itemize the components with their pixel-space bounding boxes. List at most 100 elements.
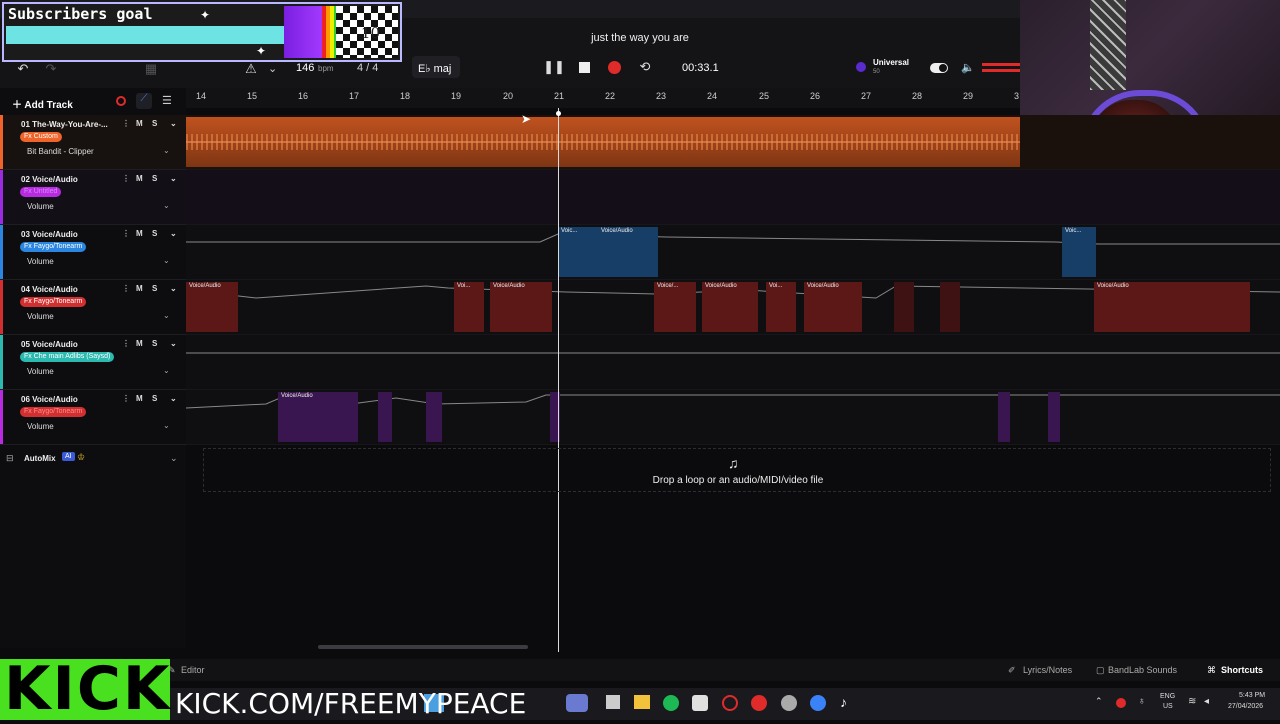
mute-button[interactable]: M (136, 229, 143, 238)
mute-button[interactable]: M (136, 119, 143, 128)
pause-icon[interactable]: ❚❚ (543, 56, 565, 78)
audio-clip[interactable] (426, 392, 442, 442)
track-header-06[interactable]: 06 Voice/Audio ⋮ M S ⌄ Fx Faygo/Tonearm … (0, 390, 186, 445)
track-lane-03[interactable]: Voic... Voice/Audio Voic... (186, 225, 1280, 280)
tray-icon[interactable] (1116, 698, 1126, 708)
fx-badge[interactable]: Fx Faygo/Tonearm (20, 297, 87, 307)
audio-clip[interactable]: Voi... (454, 282, 484, 332)
record-button[interactable] (608, 61, 621, 74)
track-header-01[interactable]: 01 The-Way-You-Are-... ⋮ M S ⌄ Fx Custom… (0, 115, 186, 170)
audio-clip[interactable] (1048, 392, 1060, 442)
track-header-02[interactable]: 02 Voice/Audio ⋮ M S ⌄ Fx Untitled Volum… (0, 170, 186, 225)
store-icon[interactable] (692, 695, 708, 711)
playhead-handle[interactable] (556, 111, 561, 116)
clock-time[interactable]: 5:43 PM (1239, 692, 1265, 699)
editor-button[interactable]: Editor (181, 665, 205, 675)
horizontal-scrollbar[interactable] (318, 645, 528, 649)
spotify-icon[interactable] (663, 695, 679, 711)
automation-param[interactable]: Volume (27, 202, 54, 211)
chevron-down-icon[interactable]: ⌄ (170, 229, 177, 238)
record-arm-icon[interactable] (116, 96, 126, 106)
fx-badge[interactable]: Fx Custom (20, 132, 62, 142)
track-header-03[interactable]: 03 Voice/Audio ⋮ M S ⌄ Fx Faygo/Tonearm … (0, 225, 186, 280)
app-icon[interactable] (566, 694, 588, 712)
mute-button[interactable]: M (136, 394, 143, 403)
chevron-down-icon[interactable]: ⌄ (268, 62, 277, 75)
solo-button[interactable]: S (152, 339, 157, 348)
wifi-icon[interactable]: ≋ (1188, 696, 1196, 707)
solo-button[interactable]: S (152, 119, 157, 128)
solo-button[interactable]: S (152, 174, 157, 183)
audio-clip[interactable]: Voice/Audio (702, 282, 758, 332)
universal-toggle[interactable] (930, 63, 948, 73)
track-lane-02[interactable] (186, 170, 1280, 225)
time-signature[interactable]: 4 / 4 (357, 62, 378, 74)
lyrics-notes-button[interactable]: Lyrics/Notes (1023, 665, 1072, 675)
audio-clip[interactable] (378, 392, 392, 442)
audio-clip[interactable]: Voi... (766, 282, 796, 332)
track-header-05[interactable]: 05 Voice/Audio ⋮ M S ⌄ Fx Che main Adlib… (0, 335, 186, 390)
chevron-down-icon[interactable]: ⌄ (163, 256, 170, 265)
bandlab-sounds-button[interactable]: BandLab Sounds (1108, 665, 1177, 675)
bpm-value[interactable]: 146 (296, 62, 314, 74)
audio-clip[interactable] (894, 282, 914, 332)
audio-clip[interactable] (940, 282, 960, 332)
mute-button[interactable]: M (136, 174, 143, 183)
file-icon[interactable] (606, 695, 620, 709)
timeline-ruler[interactable]: 14 15 16 17 18 19 20 21 22 23 24 25 26 2… (186, 88, 1020, 108)
track-header-04[interactable]: 04 Voice/Audio ⋮ M S ⌄ Fx Faygo/Tonearm … (0, 280, 186, 335)
automation-icon[interactable]: ⟋ (136, 93, 152, 109)
volume-icon[interactable]: ◂ (1204, 696, 1209, 707)
chevron-down-icon[interactable]: ⌄ (170, 453, 178, 464)
chevron-down-icon[interactable]: ⌄ (170, 284, 177, 293)
key-value[interactable]: E♭ maj (418, 62, 451, 75)
microphone-icon[interactable]: ♁ (1138, 696, 1146, 707)
audio-clip[interactable]: Voic... (558, 227, 598, 277)
track-name[interactable]: 01 The-Way-You-Are-... (21, 120, 108, 129)
app-icon[interactable] (781, 695, 797, 711)
loop-icon[interactable]: ⟲ (634, 56, 656, 78)
solo-button[interactable]: S (152, 284, 157, 293)
fx-badge[interactable]: Fx Faygo/Tonearm (20, 242, 87, 252)
fx-badge[interactable]: Fx Che main Adlibs (Saysd) (20, 352, 115, 362)
opera-icon[interactable] (722, 695, 738, 711)
track-lane-01[interactable] (186, 115, 1280, 170)
track-menu-icon[interactable]: ⋮ (122, 284, 130, 293)
audio-clip[interactable]: Voice/Audio (598, 227, 658, 277)
audio-clip[interactable]: Voice/Audio (278, 392, 358, 442)
audio-clip[interactable]: Voice/Audio (186, 282, 238, 332)
fx-badge[interactable]: Fx Untitled (20, 187, 62, 197)
shortcuts-button[interactable]: Shortcuts (1221, 665, 1263, 675)
solo-button[interactable]: S (152, 229, 157, 238)
audio-clip[interactable]: Voice/Audio (804, 282, 862, 332)
track-name[interactable]: 04 Voice/Audio (21, 285, 78, 294)
chevron-down-icon[interactable]: ⌄ (170, 394, 177, 403)
chevron-down-icon[interactable]: ⌄ (170, 174, 177, 183)
app-icon[interactable] (751, 695, 767, 711)
chevron-down-icon[interactable]: ⌄ (163, 421, 170, 430)
track-lane-06[interactable]: Voice/Audio (186, 390, 1280, 445)
audio-clip[interactable]: Voice/Audio (1094, 282, 1250, 332)
speaker-mute-icon[interactable]: 🔈 (957, 56, 979, 78)
automation-param[interactable]: Bit Bandit - Clipper (27, 147, 94, 156)
chevron-down-icon[interactable]: ⌄ (163, 146, 170, 155)
folder-icon[interactable] (634, 695, 650, 709)
song-title[interactable]: just the way you are (540, 32, 740, 44)
audio-clip[interactable]: Voic... (1062, 227, 1096, 277)
master-volume-meter[interactable] (982, 63, 1020, 66)
automix-row[interactable]: ⊟ AutoMix AI ♔ ⌄ (0, 450, 186, 468)
stop-button[interactable] (579, 62, 590, 73)
track-menu-icon[interactable]: ⋮ (122, 174, 130, 183)
chevron-down-icon[interactable]: ⌄ (163, 311, 170, 320)
mute-button[interactable]: M (136, 339, 143, 348)
track-menu-icon[interactable]: ⋮ (122, 339, 130, 348)
automation-param[interactable]: Volume (27, 367, 54, 376)
chevron-up-icon[interactable]: ⌃ (1095, 696, 1103, 707)
chevron-down-icon[interactable]: ⌄ (170, 119, 177, 128)
automation-param[interactable]: Volume (27, 312, 54, 321)
app-icon[interactable] (810, 695, 826, 711)
fx-badge[interactable]: Fx Faygo/Tonearm (20, 407, 87, 417)
track-lane-05[interactable] (186, 335, 1280, 390)
track-menu-icon[interactable]: ⋮ (122, 119, 130, 128)
mixer-settings-icon[interactable]: ☰ (162, 94, 172, 107)
